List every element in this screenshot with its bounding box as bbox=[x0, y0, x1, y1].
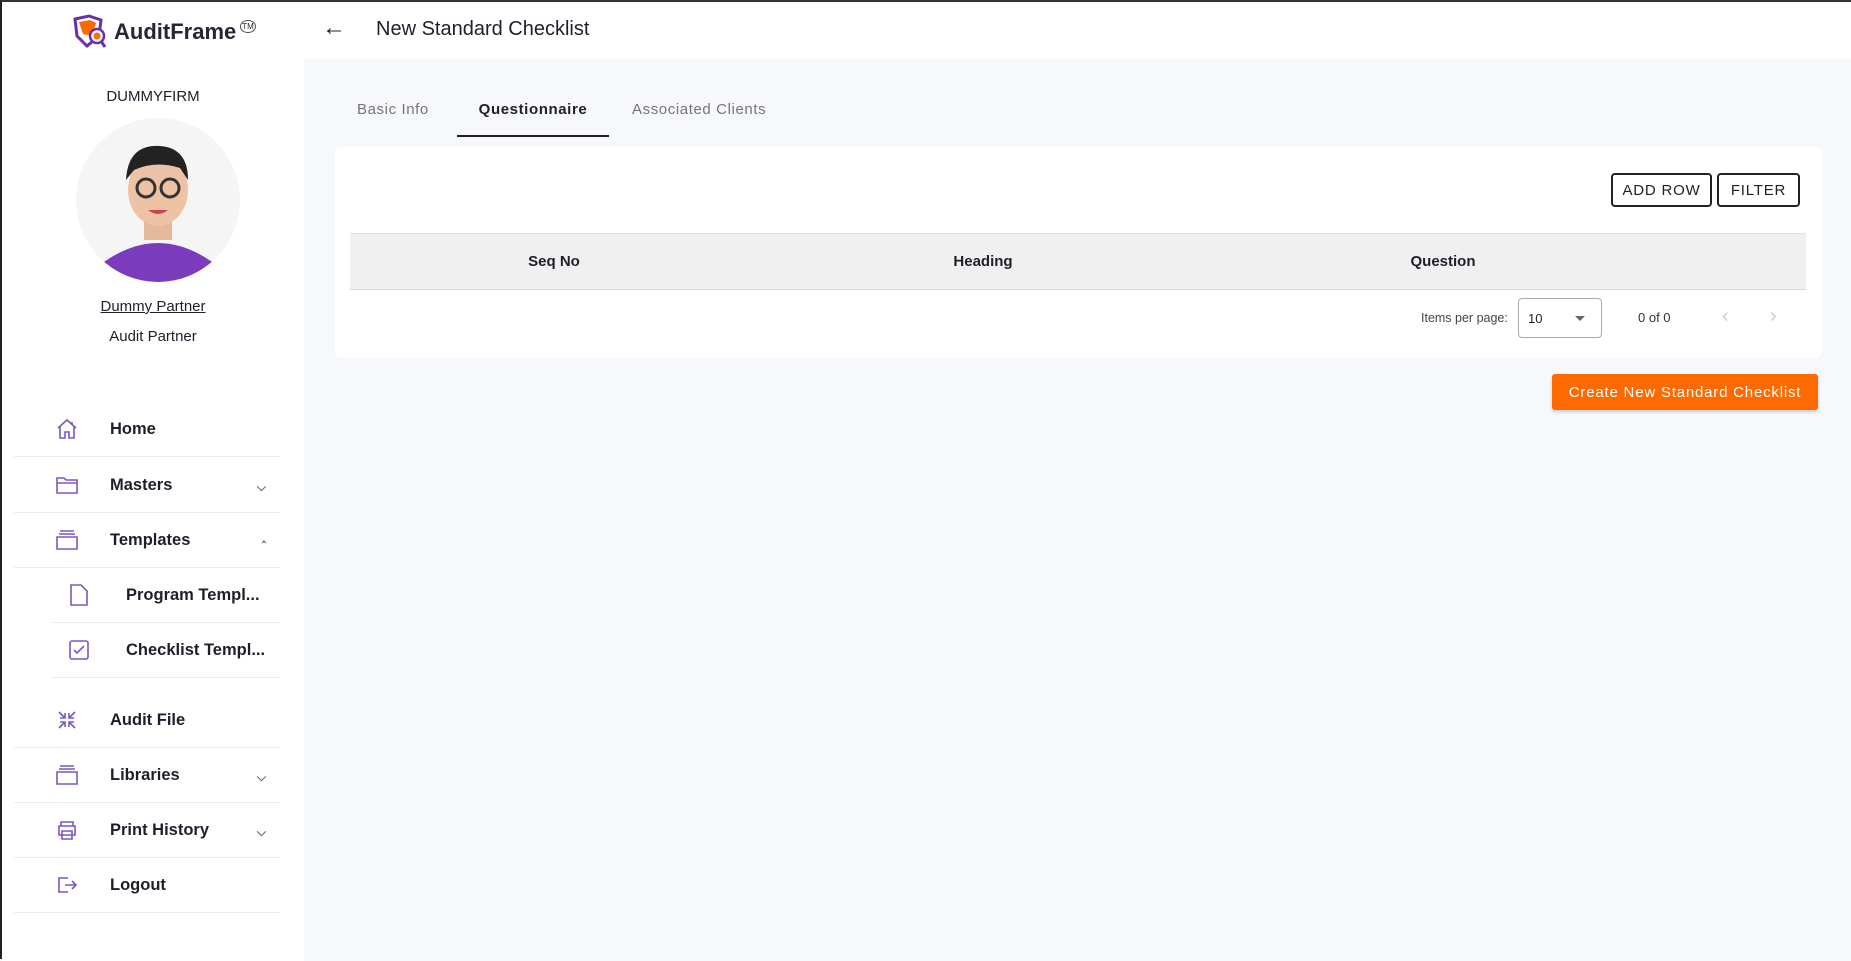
sidebar-item-logout[interactable]: Logout bbox=[14, 858, 280, 913]
create-checklist-button[interactable]: Create New Standard Checklist bbox=[1552, 374, 1818, 410]
stack-icon bbox=[54, 762, 80, 788]
trademark: TM bbox=[240, 19, 256, 33]
app-name: AuditFrame bbox=[114, 19, 237, 44]
top-bar: ← New Standard Checklist bbox=[304, 2, 1851, 59]
user-name-link[interactable]: Dummy Partner bbox=[2, 298, 304, 315]
tab-basic-info[interactable]: Basic Info bbox=[357, 101, 429, 137]
sidebar-item-label: Libraries bbox=[110, 765, 180, 784]
next-page-icon[interactable]: › bbox=[1770, 305, 1777, 328]
sidebar-item-masters[interactable]: Masters ⌵ bbox=[14, 458, 280, 513]
avatar-image bbox=[96, 145, 220, 282]
logout-icon bbox=[54, 872, 80, 898]
folder-icon bbox=[54, 472, 80, 498]
items-per-page-label: Items per page: bbox=[1421, 311, 1508, 325]
back-arrow-icon[interactable]: ← bbox=[322, 14, 346, 42]
sidebar-item-label: Logout bbox=[110, 875, 166, 894]
sidebar-item-print-history[interactable]: Print History ⌵ bbox=[14, 803, 280, 858]
chevron-up-icon: ‸ bbox=[261, 529, 266, 543]
sidebar-item-label: Masters bbox=[110, 475, 173, 494]
sidebar-item-label: Print History bbox=[110, 820, 210, 839]
column-header-seq-no[interactable]: Seq No bbox=[528, 253, 580, 270]
chevron-down-icon: ⌵ bbox=[256, 825, 266, 839]
sidebar-item-label: Templates bbox=[110, 530, 191, 549]
sidebar-item-home[interactable]: Home bbox=[14, 402, 280, 457]
page-size-select[interactable]: 10 bbox=[1518, 298, 1602, 338]
sidebar-item-libraries[interactable]: Libraries ⌵ bbox=[14, 748, 280, 803]
checkbox-icon bbox=[66, 637, 92, 663]
sidebar-item-program-templates[interactable]: Program Templ... bbox=[51, 568, 280, 623]
sidebar-item-label: Program Templ... bbox=[126, 585, 260, 604]
sidebar-item-checklist-templates[interactable]: Checklist Templ... bbox=[51, 623, 280, 678]
home-icon bbox=[54, 416, 80, 442]
tab-associated-clients[interactable]: Associated Clients bbox=[632, 101, 766, 137]
printer-icon bbox=[54, 817, 80, 843]
sidebar-item-templates[interactable]: Templates ‸ bbox=[14, 513, 280, 568]
filter-button[interactable]: FILTER bbox=[1717, 173, 1800, 207]
column-header-heading[interactable]: Heading bbox=[953, 253, 1012, 270]
chevron-down-icon: ⌵ bbox=[256, 770, 266, 784]
column-header-question[interactable]: Question bbox=[1410, 253, 1475, 270]
sidebar-item-label: Checklist Templ... bbox=[126, 640, 266, 659]
table-header: Seq No Heading Question bbox=[350, 233, 1806, 290]
sidebar-item-audit-file[interactable]: Audit File bbox=[14, 693, 280, 748]
collapse-icon bbox=[54, 707, 80, 733]
app-logo[interactable]: AuditFrame TM bbox=[72, 14, 256, 50]
chevron-down-icon: ⌵ bbox=[256, 480, 266, 494]
page-size-value: 10 bbox=[1528, 311, 1543, 326]
page-range: 0 of 0 bbox=[1638, 310, 1671, 325]
file-icon bbox=[66, 582, 92, 608]
auditframe-logo-icon bbox=[73, 14, 107, 49]
sidebar: AuditFrame TM DUMMYFIRM Dummy Partner Au… bbox=[2, 2, 304, 961]
tab-questionnaire[interactable]: Questionnaire bbox=[457, 101, 609, 137]
page-title: New Standard Checklist bbox=[376, 18, 590, 40]
firm-name: DUMMYFIRM bbox=[106, 88, 200, 105]
dropdown-arrow-icon bbox=[1575, 316, 1585, 321]
add-row-button[interactable]: ADD ROW bbox=[1611, 173, 1712, 207]
sidebar-item-label: Home bbox=[110, 419, 156, 438]
stack-icon bbox=[54, 527, 80, 553]
avatar[interactable] bbox=[76, 118, 240, 282]
sidebar-item-label: Audit File bbox=[110, 710, 186, 729]
previous-page-icon[interactable]: ‹ bbox=[1722, 305, 1729, 328]
user-role: Audit Partner bbox=[109, 328, 197, 345]
